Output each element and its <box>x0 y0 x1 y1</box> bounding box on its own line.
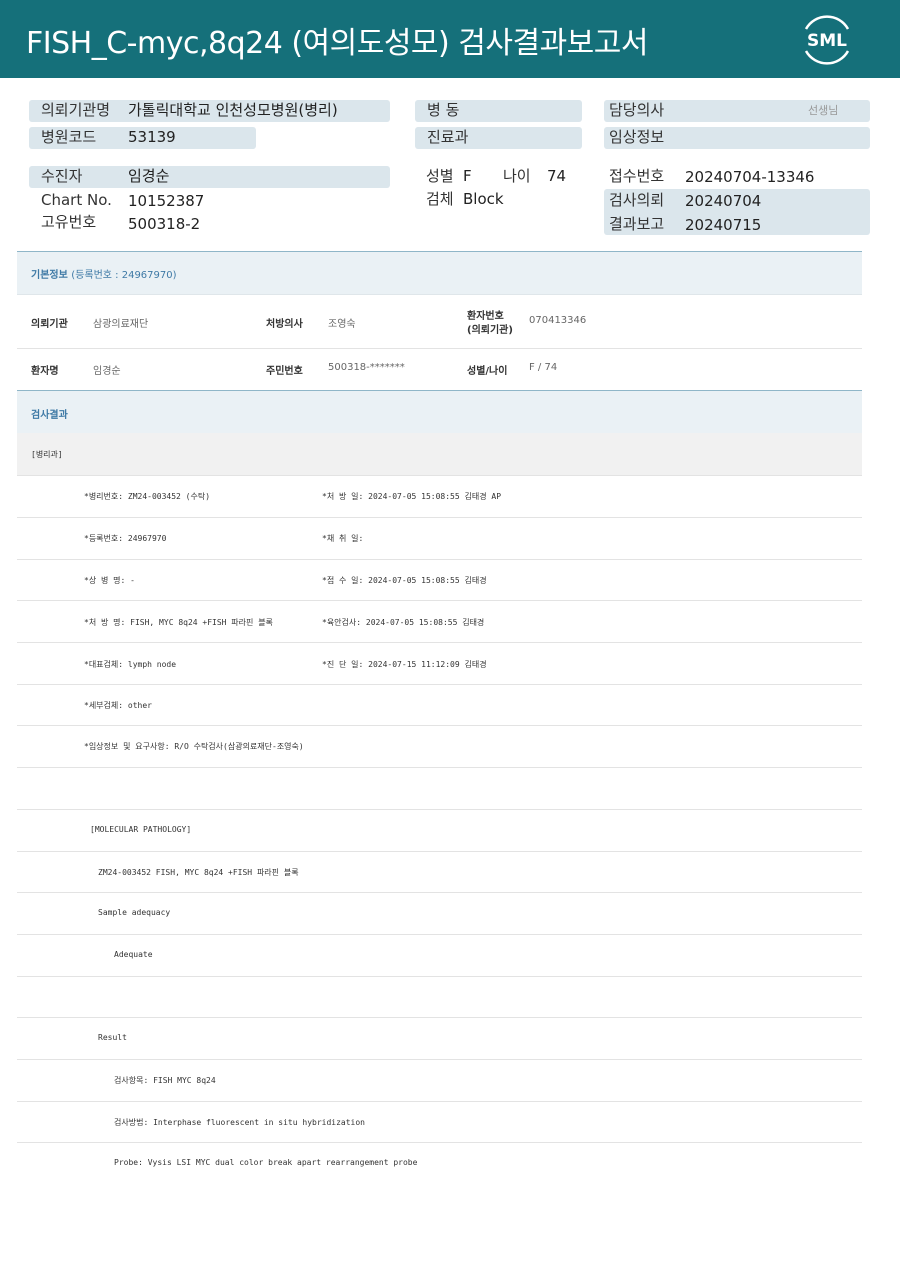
result-line-left: *세부검체: other <box>84 701 152 710</box>
receipt-value: 20240704-13346 <box>685 168 815 186</box>
divider <box>17 767 862 768</box>
age-label: 나이 <box>503 167 531 185</box>
divider <box>17 809 862 810</box>
ward-label: 병 동 <box>427 101 460 119</box>
result-line-left: *상 병 명: - <box>84 576 135 585</box>
receipt-label: 접수번호 <box>609 167 665 185</box>
divider <box>17 892 862 893</box>
report-value: 20240715 <box>685 216 762 234</box>
probe: Probe: Vysis LSI MYC dual color break ap… <box>114 1158 418 1167</box>
basic-info-registration: (등록번호 : 24967970) <box>71 270 177 281</box>
doctor-suffix: 선생님 <box>808 104 839 117</box>
org-value: 삼광의료재단 <box>93 319 149 330</box>
resident-label: 주민번호 <box>266 366 303 377</box>
result-line-left: *병리번호: ZM24-003452 (수탁) <box>84 492 211 501</box>
result-label: Result <box>98 1033 127 1042</box>
basic-info-row-1: 의뢰기관 삼광의료재단 처방의사 조영숙 환자번호 (의뢰기관) 0704133… <box>17 294 862 349</box>
result-line-right: *진 단 일: 2024-07-15 11:12:09 김태경 <box>322 660 487 669</box>
result-line-left: *대표검체: lymph node <box>84 660 177 669</box>
patient-bar <box>29 166 390 188</box>
test-item: 검사항목: FISH MYC 8q24 <box>114 1076 216 1085</box>
results-header: 검사결과 <box>17 390 862 434</box>
requesting-org-label: 의뢰기관명 <box>41 101 111 119</box>
prescriber-value: 조영숙 <box>328 319 356 330</box>
department-label: 진료과 <box>427 128 469 146</box>
result-line-right: *채 취 일: <box>322 534 364 543</box>
result-line-left: *처 방 명: FISH, MYC 8q24 +FISH 파라핀 블록 <box>84 618 273 627</box>
divider <box>17 1059 862 1060</box>
divider <box>17 517 862 518</box>
result-line-right: *육안검사: 2024-07-05 15:08:55 김태경 <box>322 618 485 627</box>
chart-label: Chart No. <box>41 191 112 209</box>
divider <box>17 1017 862 1018</box>
name-value: 임경순 <box>93 366 121 377</box>
chart-value: 10152387 <box>128 192 205 210</box>
patient-no-label-2: (의뢰기관) <box>467 325 513 336</box>
sexage-label: 성별/나이 <box>467 366 508 377</box>
org-label: 의뢰기관 <box>31 319 68 330</box>
divider <box>17 684 862 685</box>
report-title: FISH_C-myc,8q24 (여의도성모) 검사결과보고서 <box>26 26 648 61</box>
request-label: 검사의뢰 <box>609 191 665 209</box>
report-header: FISH_C-myc,8q24 (여의도성모) 검사결과보고서 SML <box>0 0 900 78</box>
resident-value: 500318-******* <box>328 362 405 373</box>
divider <box>17 976 862 977</box>
name-label: 환자명 <box>31 366 59 377</box>
specimen-label: 검체 <box>426 190 454 208</box>
basic-info-row-2: 환자명 임경순 주민번호 500318-******* 성별/나이 F / 74 <box>17 348 862 391</box>
patient-label: 수진자 <box>41 167 83 185</box>
divider <box>17 600 862 601</box>
sexage-value: F / 74 <box>529 362 558 373</box>
specimen-value: Block <box>463 190 504 208</box>
divider <box>17 1142 862 1143</box>
molecular-header: [MOLECULAR PATHOLOGY] <box>90 825 192 834</box>
sample-adequacy: Sample adequacy <box>98 908 171 917</box>
result-line-left: *임상정보 및 요구사항: R/O 수탁검사(삼광의료재단-조영숙) <box>84 742 304 751</box>
logo-text: SML <box>807 31 847 51</box>
unique-label: 고유번호 <box>41 213 97 231</box>
sex-label: 성별 <box>426 167 454 185</box>
patient-value: 임경순 <box>128 167 170 185</box>
result-line-right: *접 수 일: 2024-07-05 15:08:55 김태경 <box>322 576 487 585</box>
category-label: [병리과] <box>31 450 63 459</box>
report-label: 결과보고 <box>609 215 665 233</box>
hospital-code-value: 53139 <box>128 128 176 146</box>
results-title: 검사결과 <box>31 410 68 421</box>
divider <box>17 934 862 935</box>
clinical-info-label: 임상정보 <box>609 128 665 146</box>
result-line-right: *처 방 일: 2024-07-05 15:08:55 김태경 AP <box>322 492 502 501</box>
result-line-left: *등록번호: 24967970 <box>84 534 167 543</box>
sex-value: F <box>463 167 472 185</box>
divider <box>17 642 862 643</box>
molecular-id: ZM24-003452 FISH, MYC 8q24 +FISH 파라핀 블록 <box>98 868 299 877</box>
doctor-label: 담당의사 <box>609 101 665 119</box>
requesting-org-value: 가톨릭대학교 인천성모병원(병리) <box>128 101 338 119</box>
age-value: 74 <box>547 167 567 185</box>
request-value: 20240704 <box>685 192 762 210</box>
sml-logo-icon: SML <box>804 15 850 65</box>
patient-no-value: 070413346 <box>529 315 587 326</box>
patient-no-label-1: 환자번호 <box>467 311 504 322</box>
divider <box>17 559 862 560</box>
hospital-code-label: 병원코드 <box>41 128 97 146</box>
divider <box>17 851 862 852</box>
adequate: Adequate <box>114 950 153 959</box>
divider <box>17 725 862 726</box>
basic-info-header: 기본정보 (등록번호 : 24967970) <box>17 251 862 295</box>
prescriber-label: 처방의사 <box>266 319 303 330</box>
basic-info-title: 기본정보 <box>31 270 68 281</box>
divider <box>17 1101 862 1102</box>
test-method: 검사방법: Interphase fluorescent in situ hyb… <box>114 1118 365 1127</box>
unique-value: 500318-2 <box>128 215 201 233</box>
category-row: [병리과] <box>17 433 862 476</box>
